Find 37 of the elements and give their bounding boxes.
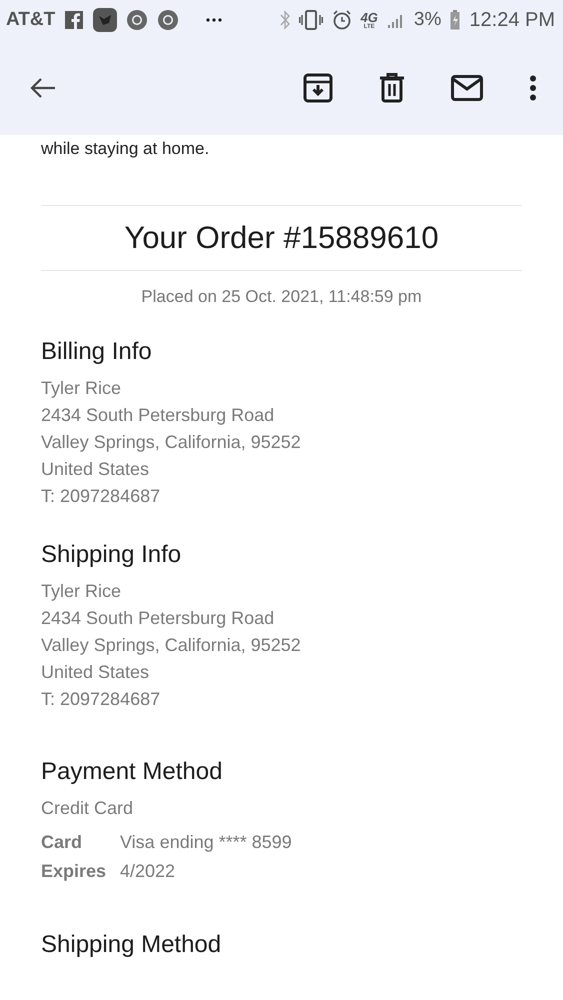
field-label: Card (41, 831, 84, 854)
archive-button[interactable] (301, 70, 335, 104)
section-heading: Payment Method (41, 757, 224, 787)
order-date: Placed on 25 Oct. 2021, 11:48:59 pm (140, 287, 423, 307)
battery-icon (450, 10, 460, 30)
bluetooth-icon (280, 10, 290, 30)
intro-text: while staying at home. (41, 138, 210, 160)
field-value: Visa ending **** 8599 (120, 831, 292, 854)
app-icon (93, 8, 118, 32)
carrier-name: AT&T (6, 9, 56, 31)
clock: 12:24 PM (469, 8, 555, 32)
payment-method: Credit Card (41, 797, 134, 820)
field-label: Expires (41, 860, 108, 883)
address-line: Valley Springs, California, 95252 (41, 431, 302, 454)
vibrate-icon (298, 10, 323, 30)
battery-level: 3% (414, 9, 442, 31)
address-line: United States (41, 458, 150, 481)
address-line: T: 2097284687 (41, 688, 162, 711)
order-title: Your Order #15889610 (123, 219, 440, 257)
alarm-icon (332, 10, 352, 30)
field-value: 4/2022 (120, 860, 176, 883)
section-heading: Shipping Info (41, 540, 182, 570)
address-line: Tyler Rice (41, 377, 122, 400)
address-line: Tyler Rice (41, 580, 122, 603)
address-line: Valley Springs, California, 95252 (41, 634, 302, 657)
address-line: 2434 South Petersburg Road (41, 607, 276, 630)
network-type: 4G (360, 10, 378, 24)
more-notifications-icon (206, 18, 222, 22)
address-line: 2434 South Petersburg Road (41, 404, 276, 427)
more-options-button[interactable] (527, 72, 539, 102)
section-heading: Billing Info (41, 337, 153, 367)
email-button[interactable] (449, 72, 485, 102)
address-line: United States (41, 661, 150, 684)
delete-button[interactable] (377, 70, 407, 104)
section-heading: Shipping Method (41, 930, 222, 960)
facebook-icon (64, 10, 84, 30)
address-line: T: 2097284687 (41, 485, 162, 508)
